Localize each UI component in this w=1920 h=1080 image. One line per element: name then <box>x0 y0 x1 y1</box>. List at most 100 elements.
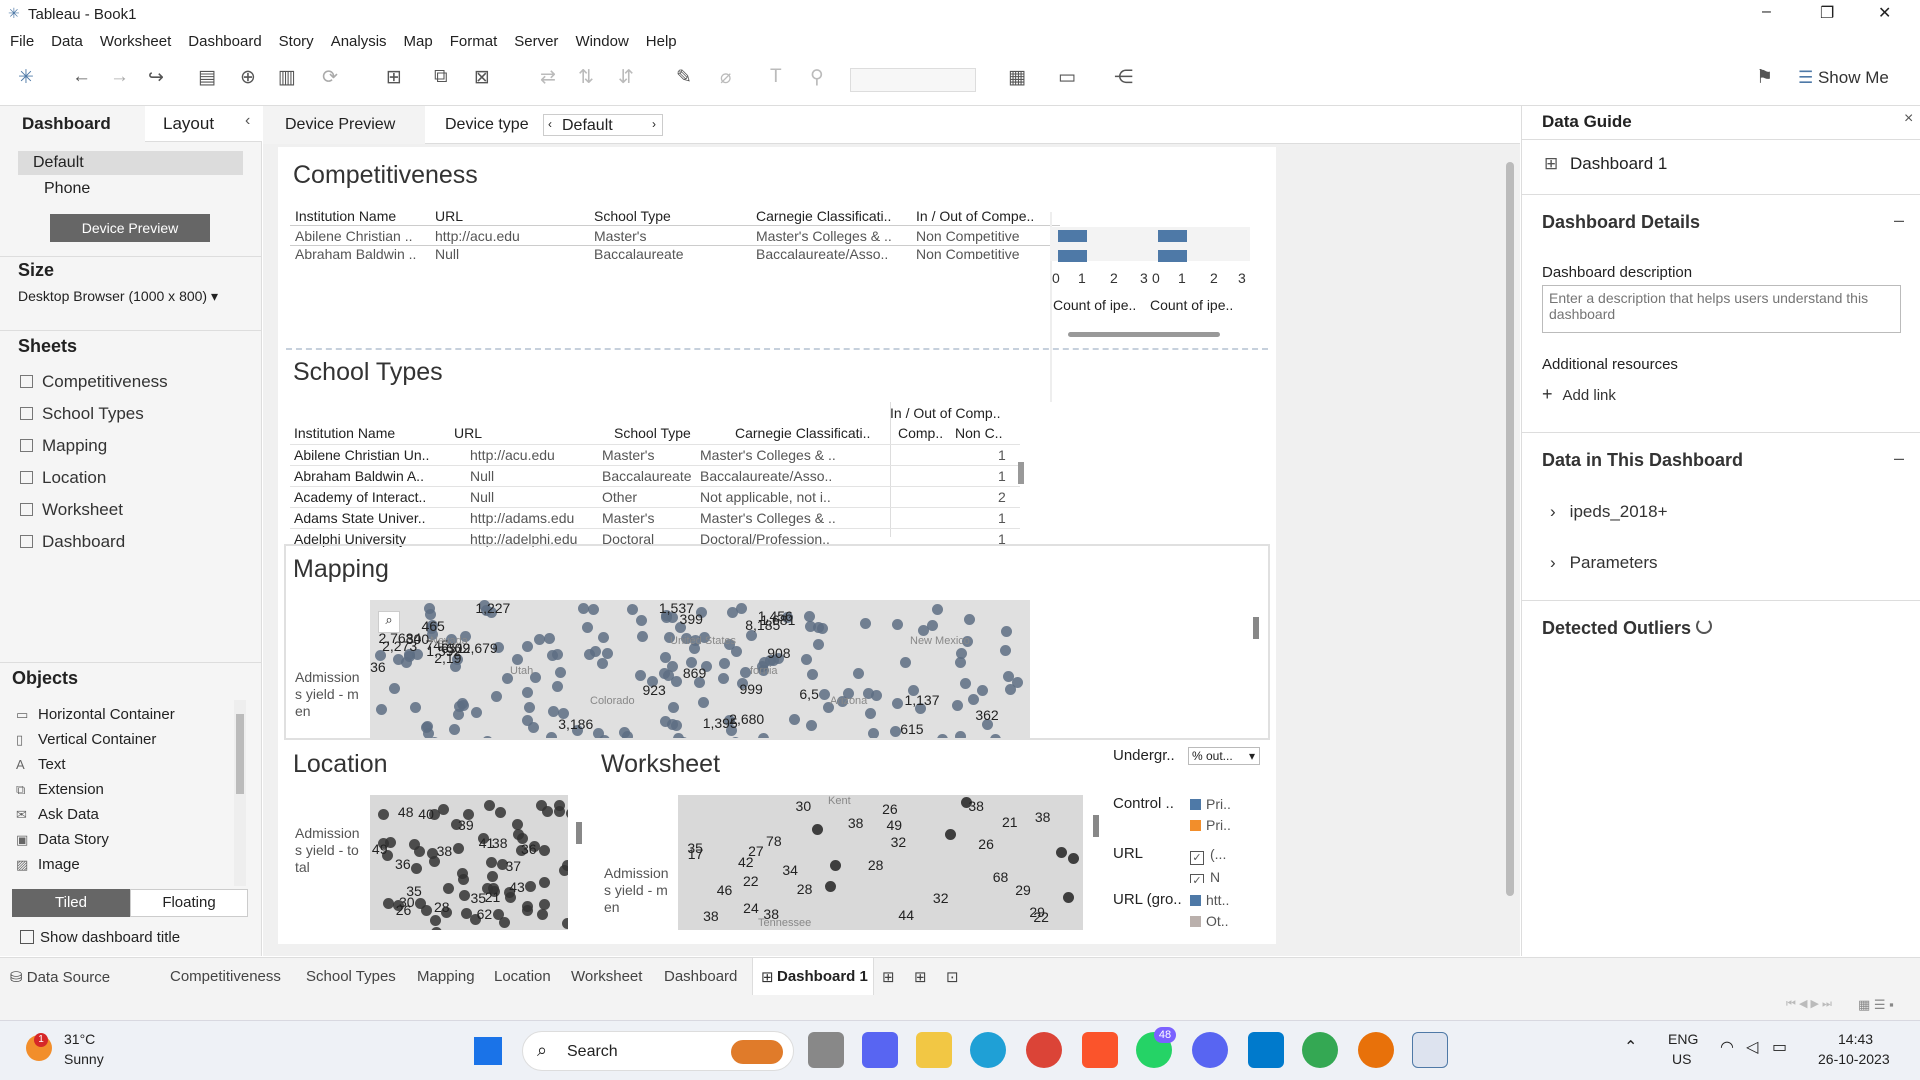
map-point[interactable] <box>577 602 589 614</box>
menu-worksheet[interactable]: Worksheet <box>100 33 171 50</box>
sort-desc-icon[interactable]: ⇵ <box>618 66 634 89</box>
map-point[interactable] <box>541 806 553 818</box>
labels-icon[interactable]: T <box>770 66 782 88</box>
map-point[interactable] <box>581 621 593 633</box>
task-view-icon[interactable] <box>808 1032 844 1068</box>
object-ask-data[interactable]: ✉ Ask Data <box>16 806 99 823</box>
floating-button[interactable]: Floating <box>130 889 248 917</box>
map-point[interactable] <box>484 799 496 811</box>
map-point[interactable] <box>521 714 533 726</box>
bar-mark[interactable] <box>1158 250 1187 262</box>
v-scrollbar[interactable] <box>1018 462 1024 484</box>
presentation-icon[interactable]: ▭ <box>1058 66 1076 89</box>
refresh-icon[interactable]: ⟳ <box>322 66 338 89</box>
map-point[interactable] <box>420 721 432 733</box>
map-point[interactable] <box>667 660 679 672</box>
fit-dropdown[interactable] <box>850 68 976 92</box>
map-point[interactable] <box>522 905 534 917</box>
map-point[interactable] <box>805 720 817 731</box>
battery-icon[interactable]: ▭ <box>1772 1037 1787 1057</box>
clock-time[interactable]: 14:43 <box>1838 1031 1873 1047</box>
map-point[interactable] <box>523 702 535 714</box>
map-search-icon[interactable]: ⌕ <box>378 611 400 633</box>
collapse-data-icon[interactable]: – <box>1894 448 1904 469</box>
minimize-button[interactable]: – <box>1762 3 1771 21</box>
menu-story[interactable]: Story <box>279 33 314 50</box>
map-point[interactable] <box>420 904 432 916</box>
volume-icon[interactable]: ◁ <box>1746 1037 1758 1057</box>
canvas-scrollbar[interactable] <box>1506 162 1514 896</box>
view-toggle-icons[interactable]: ▦ ☰ ▪ <box>1858 997 1894 1013</box>
object-extension[interactable]: ⧉ Extension <box>16 781 104 798</box>
map-point[interactable] <box>931 603 943 615</box>
map-point[interactable] <box>430 927 442 930</box>
map-point[interactable] <box>889 726 901 738</box>
map-point[interactable] <box>1062 892 1074 904</box>
map-point[interactable] <box>410 862 422 874</box>
tab-dashboard[interactable]: Dashboard <box>0 106 145 142</box>
map-point[interactable] <box>819 689 831 701</box>
sheet-worksheet[interactable]: Worksheet <box>20 500 123 520</box>
menu-data[interactable]: Data <box>51 33 83 50</box>
replay-icon[interactable]: ↪ <box>148 66 164 89</box>
map-point[interactable] <box>735 603 747 615</box>
map-point[interactable] <box>667 701 679 713</box>
new-worksheet-icon[interactable]: ⊞ <box>386 66 402 89</box>
mapping-map[interactable]: 999 399 36 1,537 1,681 745 923 362 1,227 615 1,137… <box>370 600 1030 738</box>
map-point[interactable] <box>758 733 770 738</box>
swap-icon[interactable]: ⇄ <box>540 66 556 89</box>
h-scrollbar[interactable] <box>1068 332 1220 337</box>
map-point[interactable] <box>860 618 872 630</box>
url-filter-item[interactable]: ✓ N <box>1190 869 1220 883</box>
tab-layout[interactable]: Layout ‹ <box>145 106 262 142</box>
map-point[interactable] <box>989 733 1001 738</box>
map-point[interactable] <box>554 667 566 679</box>
chrome-profile-2-icon[interactable] <box>1358 1032 1394 1068</box>
map-point[interactable] <box>449 724 461 736</box>
sheet-dashboard[interactable]: Dashboard <box>20 532 125 552</box>
data-item-parameters[interactable]: › Parameters <box>1550 553 1658 573</box>
map-point[interactable] <box>952 699 964 711</box>
map-point[interactable] <box>1000 626 1012 638</box>
map-point[interactable] <box>726 607 738 619</box>
sheet-location[interactable]: Location <box>20 468 106 488</box>
map-point[interactable] <box>482 736 494 738</box>
taskbar-search[interactable]: ⌕ Search <box>522 1031 794 1071</box>
col-header[interactable]: URL <box>435 208 463 224</box>
map-point[interactable] <box>597 657 609 669</box>
description-input[interactable] <box>1542 285 1901 333</box>
share-icon[interactable]: ⋲ <box>1114 66 1133 89</box>
map-point[interactable] <box>552 680 564 692</box>
map-point[interactable] <box>891 618 903 630</box>
v-scrollbar[interactable] <box>1253 617 1259 639</box>
pause-updates-icon[interactable]: ▥ <box>278 66 296 89</box>
menu-server[interactable]: Server <box>514 33 558 50</box>
tab-dashboard[interactable]: Dashboard <box>664 968 737 985</box>
bar-mark[interactable] <box>1058 250 1087 262</box>
map-point[interactable] <box>830 860 842 872</box>
show-title-checkbox[interactable]: Show dashboard title <box>20 929 180 946</box>
map-point[interactable] <box>968 693 980 705</box>
collapse-icon[interactable]: ‹ <box>245 112 250 130</box>
map-point[interactable] <box>522 640 533 652</box>
group-icon[interactable]: ⌀ <box>720 66 731 89</box>
map-point[interactable] <box>375 704 387 716</box>
v-scrollbar[interactable] <box>1093 815 1099 837</box>
new-story-tab-icon[interactable]: ⊡ <box>946 968 959 986</box>
location-map[interactable]: 49 62 38 36 40 26 48 35 21 38 36 41 30 39 28 43 37 35 <box>370 795 568 930</box>
device-preview-button[interactable]: Device Preview <box>50 214 210 242</box>
map-point[interactable] <box>491 690 503 702</box>
device-preview-tab[interactable]: Device Preview <box>263 106 425 144</box>
map-point[interactable] <box>1056 846 1067 858</box>
map-point[interactable] <box>495 806 507 818</box>
map-point[interactable] <box>803 610 815 622</box>
map-point[interactable] <box>1000 644 1012 656</box>
map-point[interactable] <box>389 682 401 694</box>
map-point[interactable] <box>536 909 548 921</box>
map-point[interactable] <box>533 633 545 645</box>
table-row[interactable]: Academy of Interact.. Null Other Not applic… <box>290 486 1020 505</box>
pin-icon[interactable]: ⚲ <box>810 66 824 89</box>
tab-competitiveness[interactable]: Competitiveness <box>170 968 281 985</box>
map-point[interactable] <box>865 707 877 719</box>
map-point[interactable] <box>512 654 523 666</box>
